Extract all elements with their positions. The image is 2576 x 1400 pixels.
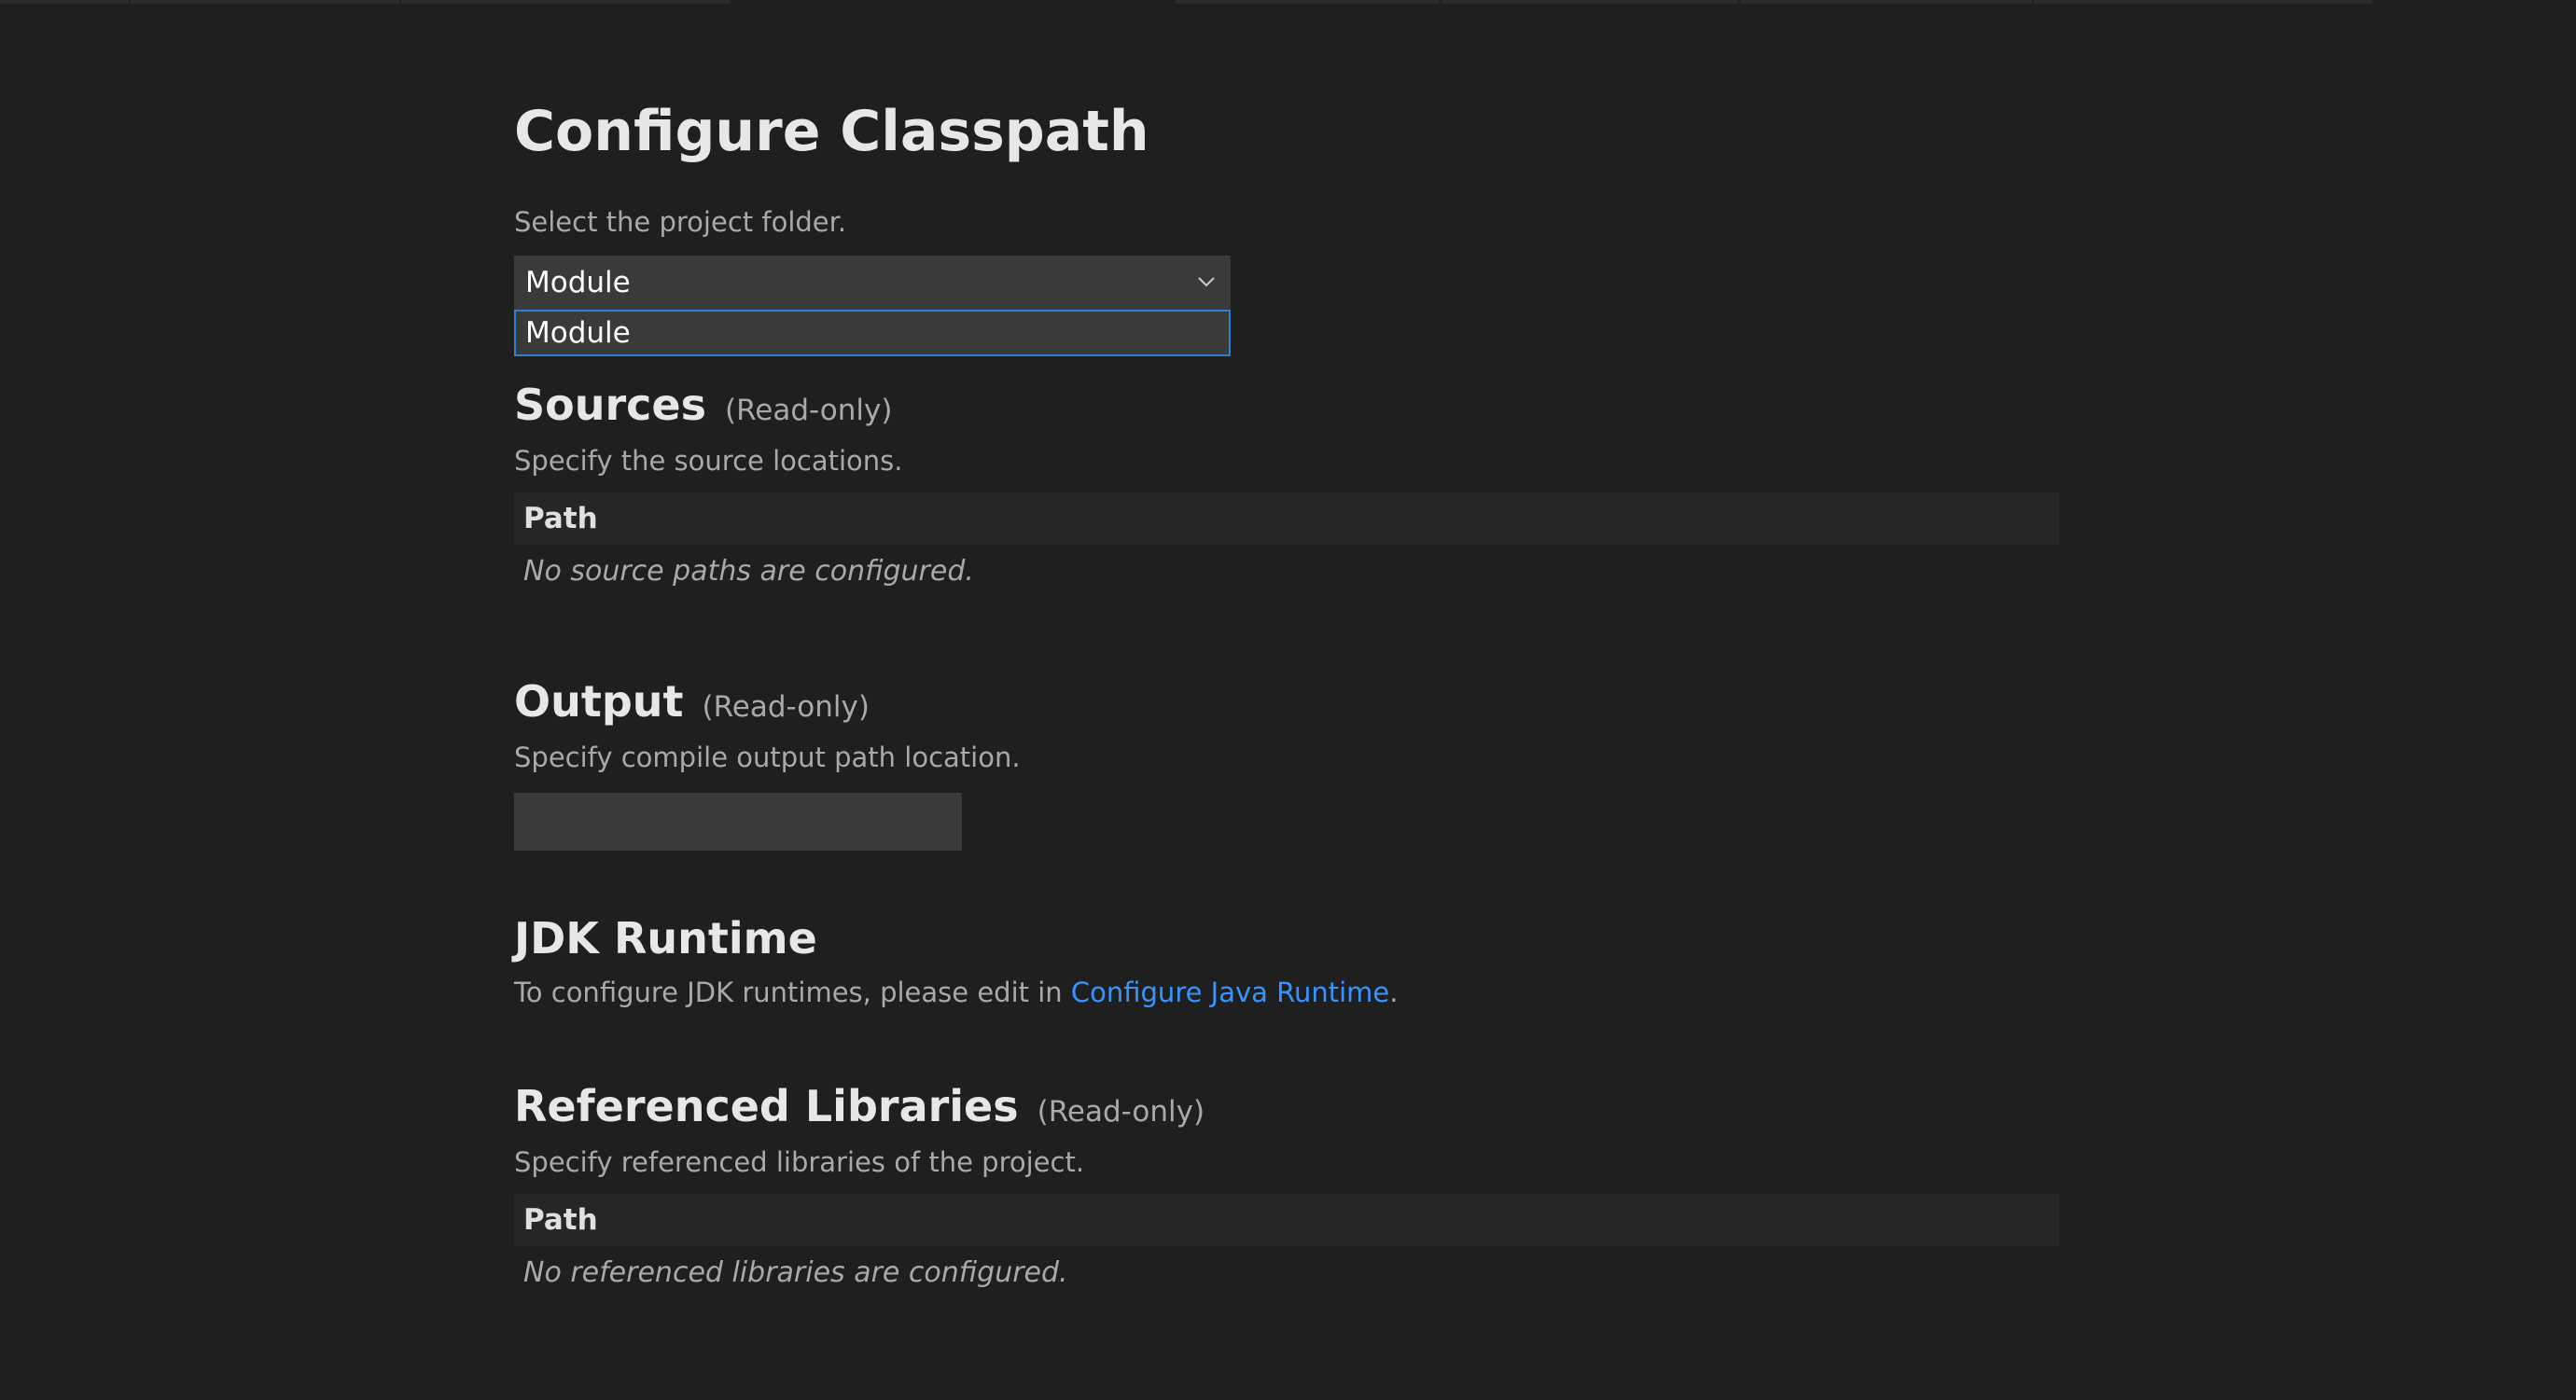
libraries-title: Referenced Libraries (514, 1081, 1019, 1131)
project-folder-prompt: Select the project folder. (514, 206, 847, 238)
sources-empty-message: No source paths are configured. (523, 555, 974, 588)
top-tab-strip (0, 0, 2576, 4)
libraries-description: Specify referenced libraries of the proj… (514, 1146, 1085, 1178)
sources-table: Path No source paths are configured. (514, 492, 2059, 599)
jdk-text-after: . (1389, 977, 1399, 1008)
tab-strip-segment (1176, 0, 1441, 4)
libraries-empty-message: No referenced libraries are configured. (523, 1256, 1068, 1289)
jdk-description: To configure JDK runtimes, please edit i… (514, 974, 2063, 1011)
classpath-page: Configure Classpath Select the project f… (514, 90, 2063, 1300)
tab-strip-segment (131, 0, 401, 4)
project-folder-select-value[interactable]: Module (514, 256, 1231, 310)
sources-readonly-tag: (Read-only) (725, 394, 893, 427)
sources-description: Specify the source locations. (514, 445, 903, 477)
tab-strip-segment (2034, 0, 2374, 4)
project-folder-select[interactable]: Module Module (514, 256, 1231, 356)
libraries-readonly-tag: (Read-only) (1037, 1095, 1205, 1129)
chevron-down-icon[interactable] (1195, 270, 1218, 293)
jdk-text-before: To configure JDK runtimes, please edit i… (514, 977, 1071, 1008)
tab-strip-segment (1441, 0, 1740, 4)
libraries-table: Path No referenced libraries are configu… (514, 1194, 2059, 1300)
output-readonly-tag: (Read-only) (702, 690, 870, 724)
sources-title: Sources (514, 380, 707, 430)
sources-header: Sources (Read-only) (514, 377, 2063, 433)
selected-project-label: Module (525, 266, 631, 299)
libraries-header: Referenced Libraries (Read-only) (514, 1078, 2063, 1134)
page-title: Configure Classpath (514, 99, 1149, 164)
jdk-header: JDK Runtime (514, 910, 2063, 966)
output-path-field (514, 793, 962, 851)
output-description: Specify compile output path location. (514, 742, 1021, 773)
tab-strip-segment (0, 0, 131, 4)
jdk-title: JDK Runtime (514, 913, 817, 963)
output-title: Output (514, 676, 684, 727)
configure-java-runtime-link[interactable]: Configure Java Runtime (1071, 977, 1389, 1008)
sources-column-path: Path (514, 492, 2059, 545)
tab-strip-segment (1740, 0, 2034, 4)
project-option-label: Module (525, 316, 631, 350)
output-header: Output (Read-only) (514, 673, 2063, 729)
tab-strip-segment (401, 0, 732, 4)
project-option-module[interactable]: Module (514, 310, 1231, 356)
libraries-column-path: Path (514, 1194, 2059, 1246)
